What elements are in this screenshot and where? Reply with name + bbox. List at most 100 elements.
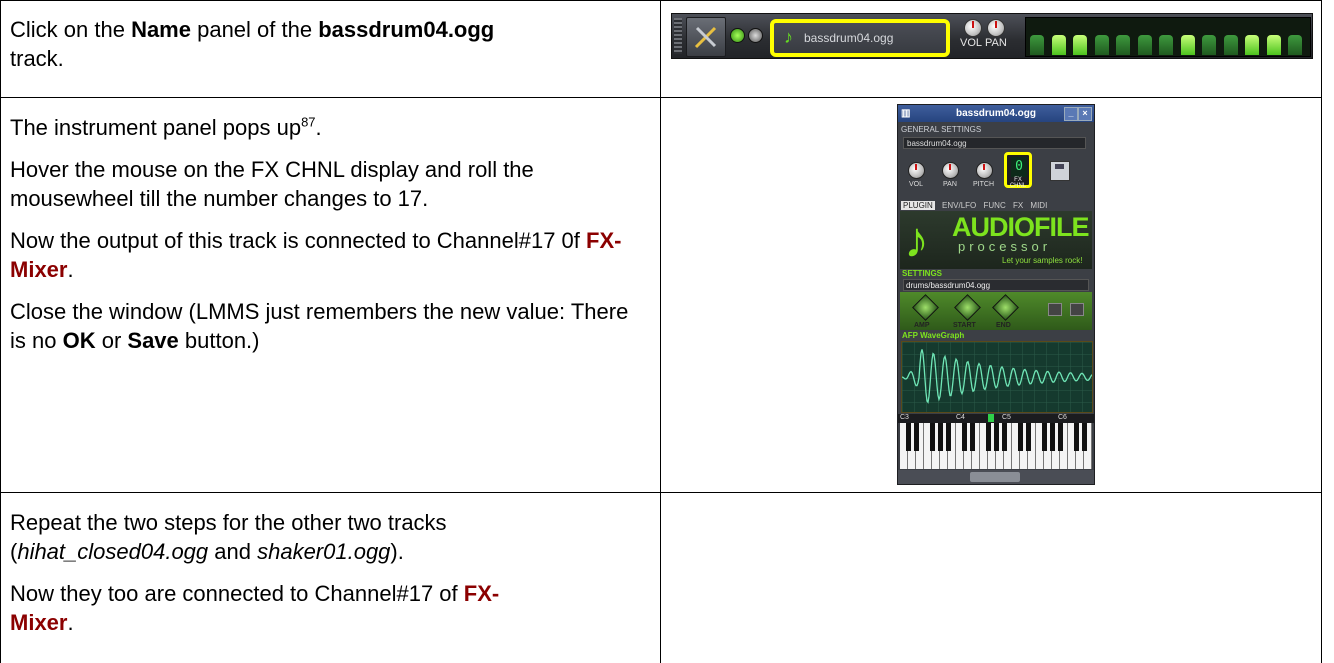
pan-label: PAN xyxy=(985,37,1007,49)
black-key[interactable] xyxy=(905,423,911,451)
step-button[interactable] xyxy=(1245,35,1259,55)
black-key[interactable] xyxy=(1049,423,1055,451)
step-button[interactable] xyxy=(1051,35,1066,55)
text: track. xyxy=(10,46,64,71)
black-key[interactable] xyxy=(993,423,999,451)
step-sequencer xyxy=(1025,17,1311,57)
black-key[interactable] xyxy=(1041,423,1047,451)
audiofile-processor-banner: ♪ AUDIOFILE processor Let your samples r… xyxy=(900,211,1092,269)
black-key[interactable] xyxy=(937,423,943,451)
tab-plugin[interactable]: PLUGIN xyxy=(901,201,935,210)
black-key[interactable] xyxy=(1025,423,1031,451)
scrollbar-thumb[interactable] xyxy=(970,472,1020,482)
keyboard-scrollbar[interactable] xyxy=(898,470,1094,484)
text: Now the output of this track is connecte… xyxy=(10,228,587,253)
step-button[interactable] xyxy=(1137,35,1152,55)
pan-label: PAN xyxy=(943,181,957,188)
settings-heading: SETTINGS xyxy=(902,269,943,278)
fx-channel-display[interactable]: 0 FX CHNL xyxy=(1004,152,1032,189)
bold-text: OK xyxy=(62,328,96,353)
sample-path-field[interactable]: drums/bassdrum04.ogg xyxy=(903,279,1089,291)
step-button[interactable] xyxy=(1030,35,1044,55)
fx-mixer-link[interactable]: FX- xyxy=(464,581,499,606)
window-titlebar[interactable]: ▥ bassdrum04.ogg _ × xyxy=(898,105,1094,122)
footnote-ref[interactable]: 87 xyxy=(301,115,315,130)
track-name-label: bassdrum04.ogg xyxy=(804,31,894,45)
vol-knob[interactable] xyxy=(964,19,982,37)
activity-led xyxy=(730,28,745,43)
waveform-display[interactable] xyxy=(901,341,1093,413)
track-name-panel[interactable]: ♪ bassdrum04.ogg xyxy=(770,19,950,57)
track-grip-handle[interactable] xyxy=(674,18,682,54)
bold-text: Save xyxy=(127,328,179,353)
octave-labels: C3 C4 C5 C6 xyxy=(898,414,1094,423)
italic-text: hihat_closed04.ogg xyxy=(17,539,209,564)
vol-knob[interactable] xyxy=(908,162,925,179)
step-button[interactable] xyxy=(1223,35,1238,55)
black-key[interactable] xyxy=(1057,423,1063,451)
step-button[interactable] xyxy=(1073,35,1087,55)
table-right-border xyxy=(1321,0,1322,663)
black-key[interactable] xyxy=(945,423,951,451)
table-left-border xyxy=(0,0,1,663)
black-key[interactable] xyxy=(913,423,919,451)
black-key[interactable] xyxy=(1081,423,1087,451)
step-button[interactable] xyxy=(1202,35,1216,55)
save-icon[interactable] xyxy=(1050,161,1070,181)
black-key[interactable] xyxy=(961,423,967,451)
pan-knob[interactable] xyxy=(942,162,959,179)
plugin-subtitle: processor xyxy=(958,239,1052,254)
tab-func[interactable]: FUNC xyxy=(984,201,1006,210)
black-key[interactable] xyxy=(1073,423,1079,451)
track-tools-button[interactable] xyxy=(686,17,726,57)
wrench-screwdriver-icon xyxy=(694,26,717,49)
close-button[interactable]: × xyxy=(1078,107,1092,121)
pan-knob[interactable] xyxy=(987,19,1005,37)
text: The instrument panel pops up xyxy=(10,115,302,140)
step-button[interactable] xyxy=(1116,35,1130,55)
step-button[interactable] xyxy=(1266,35,1281,55)
wavegraph-heading: AFP WaveGraph xyxy=(902,331,965,340)
text: and xyxy=(208,539,258,564)
mute-button[interactable] xyxy=(748,28,763,43)
black-key[interactable] xyxy=(929,423,935,451)
loop-button[interactable] xyxy=(1070,303,1084,316)
text: or xyxy=(95,328,128,353)
paragraph: Now they too are connected to Channel#17… xyxy=(10,579,650,637)
base-note-marker[interactable] xyxy=(988,414,994,422)
tab-fx[interactable]: FX xyxy=(1013,201,1023,210)
paragraph: Hover the mouse on the FX CHNL display a… xyxy=(10,157,534,211)
step-button[interactable] xyxy=(1288,35,1302,55)
fx-channel-value: 0 xyxy=(1011,157,1027,177)
end-label: END xyxy=(996,322,1011,329)
black-key[interactable] xyxy=(969,423,975,451)
text: Click on the xyxy=(10,17,132,42)
octave-label: C3 xyxy=(900,414,909,421)
octave-label: C4 xyxy=(956,414,965,421)
instrument-name-field[interactable]: bassdrum04.ogg xyxy=(903,137,1086,149)
reverse-button[interactable] xyxy=(1048,303,1062,316)
step-button[interactable] xyxy=(1159,35,1173,55)
row-divider xyxy=(0,492,1322,493)
paragraph: Repeat the two steps for the other two t… xyxy=(10,508,650,566)
paragraph: Close the window (LMMS just remembers th… xyxy=(10,297,650,355)
fx-mixer-link[interactable]: Mixer xyxy=(10,610,67,635)
minimize-button[interactable]: _ xyxy=(1064,107,1078,121)
paragraph: Now the output of this track is connecte… xyxy=(10,226,650,284)
tab-midi[interactable]: MIDI xyxy=(1030,201,1047,210)
plugin-title: AUDIOFILE xyxy=(952,212,1089,242)
step-button[interactable] xyxy=(1094,35,1109,55)
row-divider xyxy=(0,97,1322,98)
step-button[interactable] xyxy=(1180,35,1195,55)
text: ). xyxy=(390,539,404,564)
music-note-icon: ♪ xyxy=(784,27,793,47)
vol-label: VOL xyxy=(960,37,983,49)
black-key[interactable] xyxy=(1017,423,1023,451)
black-key[interactable] xyxy=(985,423,991,451)
black-key[interactable] xyxy=(1001,423,1007,451)
pitch-label: PITCH xyxy=(973,181,994,188)
tab-env-lfo[interactable]: ENV/LFO xyxy=(942,201,976,210)
pitch-knob[interactable] xyxy=(976,162,993,179)
plugin-tagline: Let your samples rock! xyxy=(1002,256,1083,265)
piano-keyboard[interactable] xyxy=(900,423,1092,469)
